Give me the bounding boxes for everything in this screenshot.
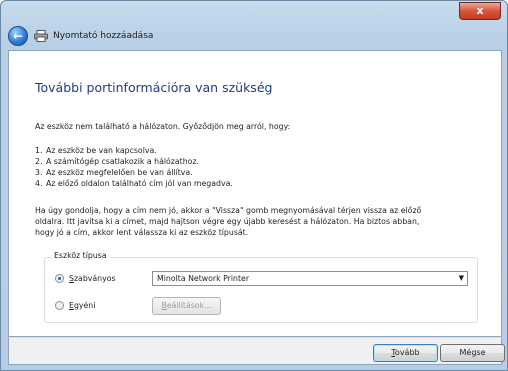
wizard-footer: Tovább Mégse [8,337,505,365]
paragraph-line: Ha úgy gondolja, hogy a cím nem jó, akko… [35,206,422,215]
device-type-group: Eszköz típusa Szabványos Minolta Network… [44,251,478,323]
paragraph-line: oldalra. Itt javítsa ki a címet, majd ha… [35,217,420,226]
back-button[interactable]: ← [8,26,28,46]
wizard-content: További portinformációra van szükség Az … [8,50,502,337]
custom-radio-option[interactable]: Egyéni [55,301,95,310]
checklist: 1. Az eszköz be van kapcsolva. 2. A számít… [35,145,233,189]
title-bar: ← Nyomtató hozzáadása [8,24,500,48]
page-heading: További portinformációra van szükség [35,80,273,95]
close-button[interactable]: x [459,2,501,20]
back-arrow-icon: ← [12,29,24,43]
standard-radio-option[interactable]: Szabványos [55,274,116,283]
standard-radio-label: Szabványos [69,274,116,283]
list-item: 1. Az eszköz be van kapcsolva. [35,146,157,155]
close-icon: x [476,4,484,17]
next-button[interactable]: Tovább [373,344,438,362]
intro-text: Az eszköz nem található a hálózaton. Győ… [35,122,291,131]
custom-radio[interactable] [55,301,64,310]
list-item: 2. A számítógép csatlakozik a hálózathoz. [35,157,200,166]
chevron-down-icon[interactable]: ▼ [459,272,464,285]
settings-button[interactable]: Beállítások... [152,297,221,315]
custom-radio-label: Egyéni [69,301,96,310]
device-type-value: Minolta Network Printer [157,274,250,283]
printer-icon [34,30,48,42]
cancel-button[interactable]: Mégse [440,344,505,362]
window-title: Nyomtató hozzáadása [53,31,154,41]
standard-radio[interactable] [55,274,64,283]
list-item: 3. Az eszköz megfelelően be van állítva. [35,168,193,177]
paragraph-line: hogy jó a cím, akkor lent válassza ki az… [35,228,249,237]
group-title: Eszköz típusa [51,251,110,260]
device-type-select[interactable]: Minolta Network Printer ▼ [152,271,468,286]
dialog-window: x ← Nyomtató hozzáadása További portinfo… [0,0,508,371]
list-item: 4. Az előző oldalon található cím jól van… [35,179,233,188]
instruction-paragraph: Ha úgy gondolja, hogy a cím nem jó, akko… [35,205,495,238]
